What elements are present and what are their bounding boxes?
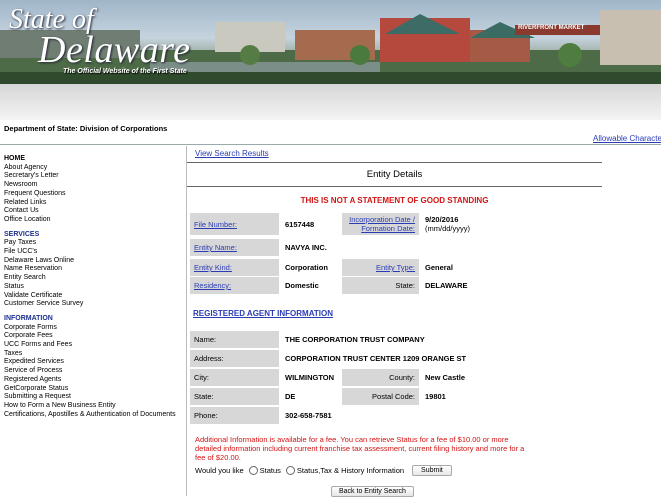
sidebar-item[interactable]: UCC Forms and Fees [4,341,184,350]
sidebar-item[interactable]: Expedited Services [4,358,184,367]
ra-county-value: New Castle [425,373,466,382]
sidebar-item[interactable]: Service of Process [4,367,184,376]
state-value: DELAWARE [425,281,468,290]
file-number-value: 6157448 [285,219,315,229]
sidebar-information-heading: INFORMATION [4,314,53,322]
ra-address-label: Address: [190,350,279,367]
sidebar-item[interactable]: Delaware Laws Online [4,257,184,266]
ra-city-value: WILMINGTON [285,373,335,382]
entity-details-panel: View Search Results Entity Details THIS … [187,145,602,497]
ra-county-label: County: [342,369,419,386]
ra-state-label: State: [190,388,279,405]
sidebar-item[interactable]: Office Location [4,216,184,225]
entity-details-title: Entity Details [366,169,423,180]
title-top-rule [187,162,602,163]
incorporation-date-format: (mm/dd/yyyy) [425,224,470,233]
sidebar-item[interactable]: Submitting a Request [4,393,184,402]
sidebar-home-link[interactable]: HOME [4,155,184,164]
incorporation-date-label-line1[interactable]: Incorporation Date / [349,215,415,224]
sidebar-item[interactable]: Pay Taxes [4,239,184,248]
status-order-form: Would you like Status Status,Tax & Histo… [195,465,452,476]
status-tax-history-option-label: Status,Tax & History Information [296,466,405,475]
sidebar-item[interactable]: Contact Us [4,207,184,216]
sidebar-item[interactable]: About Agency [4,164,184,173]
grey-band [0,84,661,120]
status-radio[interactable] [248,466,258,475]
sidebar-item[interactable]: Entity Search [4,274,184,283]
sidebar-item[interactable]: Frequent Questions [4,190,184,199]
registered-agent-heading[interactable]: REGISTERED AGENT INFORMATION [193,309,333,318]
title-bottom-rule [187,186,602,187]
ra-name-value: THE CORPORATION TRUST COMPANY [285,335,425,344]
submit-button[interactable]: Submit [412,465,452,476]
incorporation-date-label-line2[interactable]: Formation Date: [361,224,415,233]
would-you-like-label: Would you like [195,466,244,475]
view-search-results-link[interactable]: View Search Results [195,149,269,158]
sidebar-item[interactable]: Status [4,283,184,292]
sidebar-item[interactable]: Name Reservation [4,265,184,274]
logo-tagline: The Official Website of the First State [63,68,187,75]
ra-address-value: CORPORATION TRUST CENTER 1209 ORANGE ST [285,354,467,363]
department-heading: Department of State: Division of Corpora… [4,124,168,133]
sidebar-item[interactable]: Registered Agents [4,376,184,385]
ra-postal-value: 19801 [425,392,446,401]
market-sign: RIVERFRONT MARKET [518,25,585,31]
ra-phone-label: Phone: [190,407,279,424]
incorporation-date-label[interactable]: Incorporation Date / Formation Date: [342,213,419,235]
sidebar-item[interactable]: Newsroom [4,181,184,190]
sidebar-item[interactable]: Secretary's Letter [4,172,184,181]
sidebar-item[interactable]: Certifications, Apostilles & Authenticat… [4,411,184,420]
ra-state-value: DE [285,392,296,401]
additional-info-notice: Additional Information is available for … [195,435,525,462]
residency-label[interactable]: Residency: [190,277,279,294]
sidebar-item[interactable]: Customer Service Survey [4,300,184,309]
entity-type-value: General [425,263,453,272]
entity-kind-value: Corporation [285,263,328,272]
residency-value: Domestic [285,281,319,290]
status-option-label: Status [259,466,281,475]
entity-type-label[interactable]: Entity Type: [342,259,419,276]
ra-phone-value: 302-658-7581 [285,411,332,420]
entity-kind-label[interactable]: Entity Kind: [190,259,279,276]
entity-name-value: NAVYA INC. [285,243,327,252]
sidebar-item[interactable]: Related Links [4,199,184,208]
good-standing-warning: THIS IS NOT A STATEMENT OF GOOD STANDING [300,196,489,205]
file-number-label[interactable]: File Number: [190,213,279,235]
ra-postal-label: Postal Code: [342,388,419,405]
sidebar-nav: HOME About Agency Secretary's Letter New… [4,155,184,419]
logo-delaware-text: Delaware [38,29,191,71]
state-label: State: [342,277,419,294]
sidebar-item[interactable]: Corporate Fees [4,332,184,341]
incorporation-date-value: 9/20/2016 [425,215,459,224]
incorporation-date-cell: 9/20/2016 (mm/dd/yyyy) [425,213,515,235]
ra-city-label: City: [190,369,279,386]
back-to-entity-search-button[interactable]: Back to Entity Search [331,486,414,497]
sidebar-services-heading: SERVICES [4,230,40,238]
entity-name-label[interactable]: Entity Name: [190,239,279,256]
site-banner: State of Delaware The Official Website o… [0,0,661,84]
sidebar-item[interactable]: How to Form a New Business Entity [4,402,184,411]
sidebar-item[interactable]: Taxes [4,350,184,359]
ra-name-label: Name: [190,331,279,348]
allowable-characters-link[interactable]: Allowable Characte [593,134,661,143]
sidebar-item[interactable]: File UCC's [4,248,184,257]
sidebar-item[interactable]: Corporate Forms [4,324,184,333]
status-tax-history-radio[interactable] [285,466,295,475]
sidebar-item[interactable]: Validate Certificate [4,292,184,301]
sidebar-item[interactable]: GetCorporate Status [4,385,184,394]
